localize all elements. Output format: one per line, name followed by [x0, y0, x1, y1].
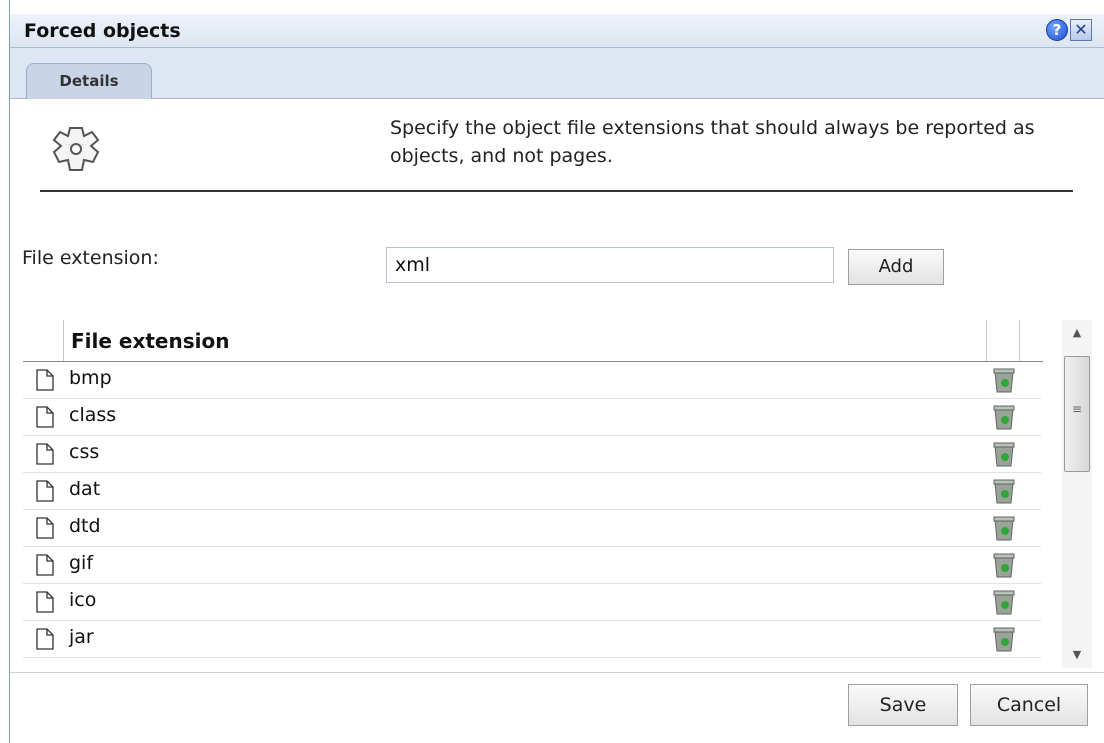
- table-row[interactable]: class: [23, 399, 1041, 436]
- header-separator: [1019, 320, 1020, 361]
- file-icon: [36, 443, 54, 465]
- trash-icon[interactable]: [991, 366, 1017, 394]
- grid-scrollbar[interactable]: ▲ ≡ ▼: [1062, 320, 1092, 668]
- table-row[interactable]: css: [23, 436, 1041, 473]
- trash-icon[interactable]: [991, 440, 1017, 468]
- tab-details[interactable]: Details: [26, 63, 152, 99]
- file-icon: [36, 628, 54, 650]
- table-row[interactable]: dat: [23, 473, 1041, 510]
- file-icon: [36, 406, 54, 428]
- file-icon: [36, 591, 54, 613]
- table-row[interactable]: bmp: [23, 362, 1041, 399]
- grid-header: File extension: [23, 320, 1043, 362]
- file-icon: [36, 480, 54, 502]
- file-icon: [36, 517, 54, 539]
- close-icon[interactable]: ✕: [1070, 19, 1092, 41]
- file-extension-label: File extension:: [22, 247, 159, 269]
- row-extension: gif: [69, 552, 94, 574]
- trash-icon[interactable]: [991, 514, 1017, 542]
- gear-icon: [52, 127, 100, 171]
- scroll-down-arrow-icon[interactable]: ▼: [1062, 642, 1092, 668]
- row-extension: jar: [69, 626, 94, 648]
- file-icon: [36, 369, 54, 391]
- row-extension: bmp: [69, 367, 112, 389]
- header-separator: [63, 320, 64, 361]
- file-extension-input[interactable]: [386, 247, 834, 283]
- add-button[interactable]: Add: [848, 249, 944, 285]
- row-extension: css: [69, 441, 100, 463]
- column-header-file-extension[interactable]: File extension: [71, 329, 229, 353]
- description-text: Specify the object file extensions that …: [390, 117, 1035, 167]
- header-separator: [986, 320, 987, 361]
- title-bar: Forced objects ? ✕: [10, 14, 1104, 48]
- divider: [40, 190, 1073, 192]
- scroll-grip-icon: ≡: [1072, 402, 1083, 416]
- save-button[interactable]: Save: [848, 684, 958, 726]
- extensions-grid: File extension bmp class css dat dtd gif…: [23, 320, 1043, 666]
- row-extension: dtd: [69, 515, 101, 537]
- table-row[interactable]: ico: [23, 584, 1041, 621]
- row-extension: ico: [69, 589, 97, 611]
- table-row[interactable]: jar: [23, 621, 1041, 658]
- scroll-thumb[interactable]: ≡: [1064, 356, 1090, 472]
- trash-icon[interactable]: [991, 403, 1017, 431]
- dialog-title: Forced objects: [24, 20, 181, 42]
- trash-icon[interactable]: [991, 625, 1017, 653]
- table-row[interactable]: gif: [23, 547, 1041, 584]
- file-icon: [36, 554, 54, 576]
- scroll-up-arrow-icon[interactable]: ▲: [1062, 320, 1092, 346]
- trash-icon[interactable]: [991, 477, 1017, 505]
- help-icon[interactable]: ?: [1046, 19, 1068, 41]
- cancel-button[interactable]: Cancel: [970, 684, 1088, 726]
- trash-icon[interactable]: [991, 588, 1017, 616]
- tab-strip: Details: [10, 48, 1104, 99]
- footer-divider: [10, 672, 1104, 673]
- table-row[interactable]: dtd: [23, 510, 1041, 547]
- row-extension: dat: [69, 478, 101, 500]
- forced-objects-dialog: Forced objects ? ✕ Details Specify the o…: [0, 0, 1104, 743]
- dialog-border: [9, 0, 10, 743]
- trash-icon[interactable]: [991, 551, 1017, 579]
- row-extension: class: [69, 404, 117, 426]
